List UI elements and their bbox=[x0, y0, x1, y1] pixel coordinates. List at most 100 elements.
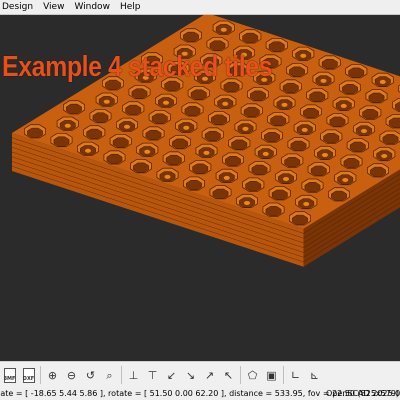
export-dxf-icon: DXF bbox=[22, 367, 35, 383]
view-toolbar: 3MF DXF ⊕ ⊖ ↺ ⌕ ⊥ ⊤ ↙ ↘ ↗ ↖ ⬠ ▣ ∟ ⊾ bbox=[0, 361, 400, 389]
hex-cell-well bbox=[245, 181, 262, 192]
hex-cell-well bbox=[86, 128, 103, 139]
hex-cell-well bbox=[145, 129, 162, 140]
hex-cell-well bbox=[125, 104, 142, 115]
hex-cell-well bbox=[243, 106, 260, 118]
hex-cell-hole bbox=[103, 99, 110, 104]
overlay-title: Example 4 stacked tiles bbox=[2, 51, 273, 83]
hex-cell-hole bbox=[379, 79, 386, 84]
hex-cell-hole bbox=[320, 78, 327, 83]
hex-cell-hole bbox=[183, 125, 190, 130]
menu-design[interactable]: Design bbox=[0, 0, 39, 14]
status-bar: slate = [ -18.65 5.44 5.86 ], rotate = [… bbox=[0, 388, 400, 400]
view-bottom-icon: ⊤ bbox=[147, 368, 158, 382]
hex-cell-well bbox=[250, 90, 266, 101]
hex-cell-well bbox=[368, 92, 385, 103]
hex-cell-hole bbox=[223, 175, 230, 180]
hex-cell-well bbox=[204, 130, 221, 142]
hex-cell-well bbox=[242, 32, 259, 43]
hex-cell-well bbox=[282, 82, 299, 94]
hex-cell-hole bbox=[300, 53, 307, 58]
hex-cell-well bbox=[329, 116, 346, 127]
hex-cell-hole bbox=[340, 103, 347, 108]
hex-cell-hole bbox=[144, 149, 151, 154]
toolbar-separator bbox=[240, 366, 241, 384]
version-text: OpenSCAD 2025.0 bbox=[326, 389, 400, 398]
hex-cell-well bbox=[331, 190, 347, 201]
hex-cell-well bbox=[310, 165, 327, 176]
zoom-in-icon: ⊕ bbox=[47, 368, 58, 382]
orthogonal-icon: ▣ bbox=[266, 368, 277, 382]
hex-cell-well bbox=[27, 127, 43, 138]
view-back-icon: ↖ bbox=[223, 368, 234, 382]
view-top-button[interactable]: ⊥ bbox=[125, 365, 142, 385]
reset-view-icon: ↺ bbox=[85, 368, 96, 382]
hex-cell-well bbox=[304, 182, 321, 193]
menu-window[interactable]: Window bbox=[70, 0, 116, 14]
hex-cell-well bbox=[106, 153, 123, 164]
hex-cell-hole bbox=[163, 100, 169, 105]
hex-cell-hole bbox=[322, 152, 328, 157]
hex-cell-hole bbox=[342, 178, 349, 182]
hex-cell-well bbox=[264, 132, 280, 143]
hex-cell-hole bbox=[124, 124, 130, 129]
hex-cell-well bbox=[321, 58, 338, 70]
hex-cell-hole bbox=[64, 123, 71, 128]
hex-cell-well bbox=[186, 180, 202, 191]
zoom-out-button[interactable]: ⊖ bbox=[63, 365, 80, 385]
hex-cell-well bbox=[342, 84, 358, 95]
view-back-button[interactable]: ↖ bbox=[220, 365, 237, 385]
perspective-button[interactable]: ⬠ bbox=[244, 365, 261, 385]
hex-cell-well bbox=[271, 189, 288, 200]
export-3mf-icon: 3MF bbox=[3, 367, 16, 383]
view-bottom-button[interactable]: ⊤ bbox=[144, 365, 161, 385]
hex-cell-well bbox=[289, 66, 305, 77]
hex-cell-well bbox=[362, 109, 379, 120]
hex-cell-hole bbox=[303, 202, 310, 206]
hex-cell-well bbox=[209, 40, 226, 51]
hex-cell-hole bbox=[281, 102, 288, 107]
menu-view[interactable]: View bbox=[39, 0, 70, 14]
hex-cell-hole bbox=[381, 154, 388, 158]
hex-cell-well bbox=[225, 156, 241, 167]
orthogonal-button[interactable]: ▣ bbox=[263, 365, 280, 385]
hex-cell-hole bbox=[242, 126, 249, 131]
show-scale-button[interactable]: ⊾ bbox=[306, 365, 323, 385]
view-right-button[interactable]: ↘ bbox=[182, 365, 199, 385]
menu-help[interactable]: Help bbox=[116, 0, 147, 14]
hex-cell-well bbox=[133, 162, 149, 173]
zoom-in-button[interactable]: ⊕ bbox=[44, 365, 61, 385]
hex-cell-well bbox=[343, 158, 360, 169]
menu-bar: Design View Window Help bbox=[0, 0, 400, 15]
view-left-button[interactable]: ↙ bbox=[163, 365, 180, 385]
show-axes-icon: ∟ bbox=[290, 368, 301, 382]
hex-cell-well bbox=[190, 89, 207, 100]
view-left-icon: ↙ bbox=[166, 368, 177, 382]
hex-cell-well bbox=[268, 41, 285, 52]
hex-cell-well bbox=[292, 214, 308, 225]
hex-cell-well bbox=[349, 141, 366, 152]
hex-cell-well bbox=[251, 164, 268, 175]
view-front-button[interactable]: ↗ bbox=[201, 365, 218, 385]
hex-cell-hole bbox=[220, 27, 227, 32]
hex-cell-well bbox=[309, 91, 326, 102]
hex-cell-well bbox=[165, 154, 182, 166]
hex-cell-hole bbox=[301, 127, 308, 132]
view-all-button[interactable]: ⌕ bbox=[101, 365, 118, 385]
hex-cell-well bbox=[370, 166, 386, 177]
export-dxf-button[interactable]: DXF bbox=[20, 365, 37, 385]
hex-cell-hole bbox=[85, 148, 91, 153]
show-axes-button[interactable]: ∟ bbox=[287, 365, 304, 385]
export-3mf-button[interactable]: 3MF bbox=[1, 365, 18, 385]
hex-cell-well bbox=[231, 139, 248, 150]
view-all-icon: ⌕ bbox=[106, 368, 113, 382]
hex-cell-hole bbox=[283, 176, 289, 181]
hex-cell-well bbox=[184, 105, 201, 116]
hex-cell-hole bbox=[164, 174, 171, 179]
hex-cell-hole bbox=[222, 101, 229, 106]
hex-cell-hole bbox=[262, 151, 269, 156]
reset-view-button[interactable]: ↺ bbox=[82, 365, 99, 385]
hex-cell-well bbox=[348, 67, 365, 78]
hex-cell-well bbox=[265, 206, 282, 217]
3d-viewport[interactable]: Example 4 stacked tiles bbox=[0, 15, 400, 361]
